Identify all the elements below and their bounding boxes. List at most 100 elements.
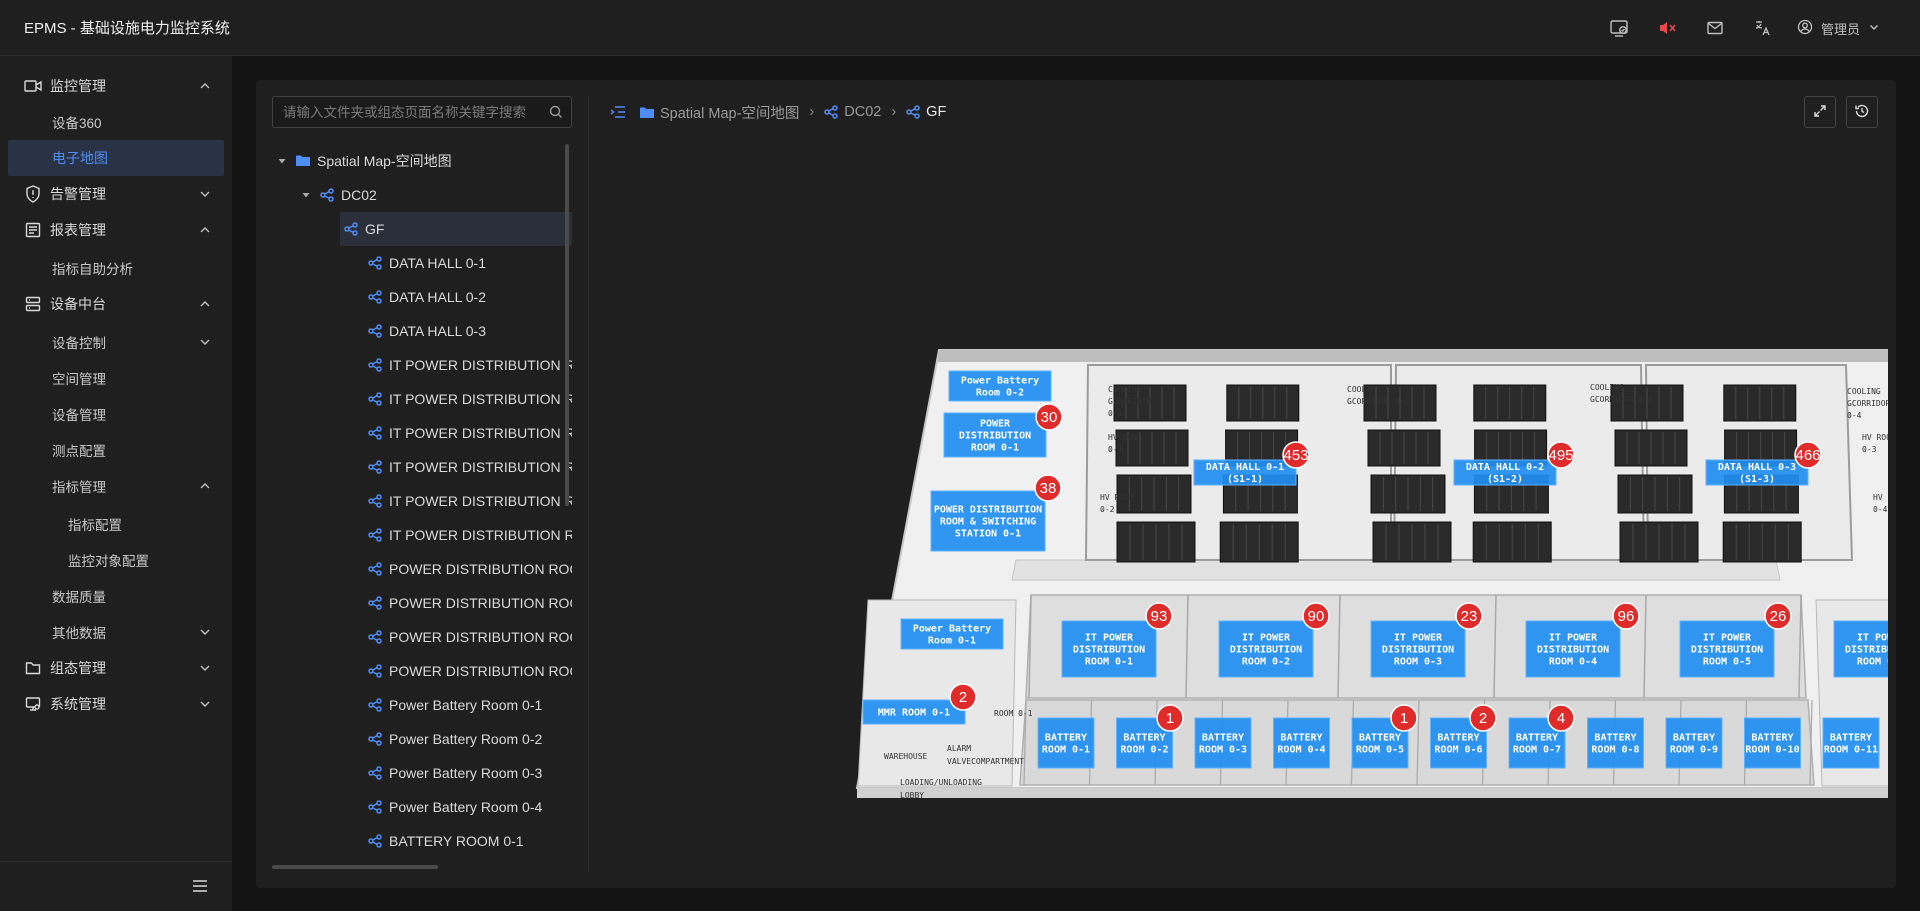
tree-vertical-scrollbar[interactable] xyxy=(565,144,569,506)
room-data-hall-0-2[interactable]: DATA HALL 0-2(S1-2) xyxy=(1453,459,1557,486)
menu-system-label: 系统管理 xyxy=(50,696,106,712)
alarm-badge-pdss01[interactable]: 38 xyxy=(1034,474,1062,502)
menu-device-center[interactable]: 设备中台 xyxy=(0,286,232,322)
tree-node-room[interactable]: Power Battery Room 0-1 xyxy=(272,688,572,722)
menu-monitor-object[interactable]: 监控对象配置 xyxy=(0,542,232,578)
menu-device-control[interactable]: 设备控制 xyxy=(0,324,232,360)
tree-node-room[interactable]: IT POWER DISTRIBUTION ROOM 0-5 xyxy=(272,484,572,518)
tree-node-label: POWER DISTRIBUTION ROOM & SWITCHING STAT… xyxy=(389,663,572,679)
monitor-check-icon[interactable] xyxy=(1595,0,1643,56)
room-battery-10[interactable]: BATTERYROOM 0-10 xyxy=(1744,717,1801,769)
menu-emap[interactable]: 电子地图 xyxy=(8,140,224,176)
menu-monitoring[interactable]: 监控管理 xyxy=(0,68,232,104)
tree-node-room[interactable]: POWER DISTRIBUTION ROOM 0-2 xyxy=(272,586,572,620)
alarm-badge-pd01[interactable]: 30 xyxy=(1035,403,1063,431)
tree-node-room[interactable]: DATA HALL 0-2 xyxy=(272,280,572,314)
alarm-badge-br05[interactable]: 1 xyxy=(1390,704,1418,732)
tree-node-root[interactable]: Spatial Map-空间地图 xyxy=(272,144,572,178)
room-data-hall-0-3[interactable]: DATA HALL 0-3(S1-3) xyxy=(1705,459,1809,486)
alarm-badge-br06[interactable]: 2 xyxy=(1469,704,1497,732)
room-power-distribution-0-1[interactable]: POWERDISTRIBUTIONROOM 0-1 xyxy=(943,412,1047,458)
tree-node-room[interactable]: IT POWER DISTRIBUTION ROOM 0-6 xyxy=(272,518,572,552)
tree-node-room[interactable]: IT POWER DISTRIBUTION ROOM 0-4 xyxy=(272,450,572,484)
breadcrumb-current: GF xyxy=(926,104,947,120)
search-icon[interactable] xyxy=(549,105,563,122)
tree-node-room[interactable]: BATTERY ROOM 0-1 xyxy=(272,824,572,858)
room-it-power-5[interactable]: IT POWERDISTRIBUTIONROOM 0-5 xyxy=(1679,620,1775,678)
fullscreen-button[interactable] xyxy=(1804,96,1836,128)
alarm-badge-dh02[interactable]: 495 xyxy=(1547,441,1575,469)
alarm-badge-itpd05[interactable]: 26 xyxy=(1764,602,1792,630)
menu-analysis[interactable]: 指标自助分析 xyxy=(0,250,232,286)
tree-node-room[interactable]: DATA HALL 0-1 xyxy=(272,246,572,280)
room-battery-8[interactable]: BATTERYROOM 0-8 xyxy=(1587,717,1644,769)
alarm-badge-itpd02[interactable]: 90 xyxy=(1302,602,1330,630)
tree-node-room[interactable]: POWER DISTRIBUTION ROOM & SWITCHING STAT… xyxy=(272,620,572,654)
menu-device-manage[interactable]: 设备管理 xyxy=(0,396,232,432)
alarm-badge-itpd04[interactable]: 96 xyxy=(1612,602,1640,630)
menu-data-quality[interactable]: 数据质量 xyxy=(0,578,232,614)
search-input[interactable] xyxy=(273,97,533,127)
room-battery-3[interactable]: BATTERYROOM 0-3 xyxy=(1194,717,1252,769)
menu-system[interactable]: 系统管理 xyxy=(0,686,232,722)
alarm-badge-dh03[interactable]: 466 xyxy=(1794,441,1822,469)
menu-metrics-config[interactable]: 指标配置 xyxy=(0,506,232,542)
menu-metrics[interactable]: 指标管理 xyxy=(0,468,232,504)
menu-config[interactable]: 组态管理 xyxy=(0,650,232,686)
tree-node-room[interactable]: IT POWER DISTRIBUTION ROOM 0-3 xyxy=(272,416,572,450)
breadcrumb-item[interactable]: Spatial Map-空间地图 xyxy=(660,102,799,123)
menu-report[interactable]: 报表管理 xyxy=(0,212,232,248)
tree-node-room[interactable]: DATA HALL 0-3 xyxy=(272,314,572,348)
mute-icon[interactable] xyxy=(1643,0,1691,56)
room-it-power-1[interactable]: IT POWERDISTRIBUTIONROOM 0-1 xyxy=(1061,620,1157,678)
tree-horizontal-scrollbar[interactable] xyxy=(272,865,438,869)
menu-alarm[interactable]: 告警管理 xyxy=(0,176,232,212)
menu-device360[interactable]: 设备360 xyxy=(0,104,232,140)
room-battery-9[interactable]: BATTERYROOM 0-9 xyxy=(1665,717,1723,769)
tree-node-room[interactable]: Power Battery Room 0-3 xyxy=(272,756,572,790)
tree-node-room[interactable]: IT POWER DISTRIBUTION ROOM 0-2 xyxy=(272,382,572,416)
tree-node-dc[interactable]: DC02 xyxy=(272,178,572,212)
alarm-badge-br02[interactable]: 1 xyxy=(1156,704,1184,732)
room-it-power-6[interactable]: IT POWERDISTRIBUTIONROOM 0-6 xyxy=(1833,620,1920,678)
room-it-power-4[interactable]: IT POWERDISTRIBUTIONROOM 0-4 xyxy=(1525,620,1621,678)
outline-toggle-icon[interactable] xyxy=(610,105,626,119)
room-battery-4[interactable]: BATTERYROOM 0-4 xyxy=(1273,717,1330,769)
user-menu[interactable]: 管理员 xyxy=(1797,19,1880,38)
tree-node-room[interactable]: IT POWER DISTRIBUTION ROOM 0-1 xyxy=(272,348,572,382)
alarm-badge-br07[interactable]: 4 xyxy=(1547,704,1575,732)
room-battery-11[interactable]: BATTERYROOM 0-11 xyxy=(1822,717,1880,769)
menu-points[interactable]: 测点配置 xyxy=(0,432,232,468)
translate-icon[interactable] xyxy=(1739,0,1787,56)
room-it-power-3[interactable]: IT POWERDISTRIBUTIONROOM 0-3 xyxy=(1370,620,1466,678)
menu-collapse-icon[interactable] xyxy=(192,879,208,896)
caret-down-icon[interactable] xyxy=(276,155,288,167)
history-button[interactable] xyxy=(1846,96,1878,128)
alarm-badge-dh01[interactable]: 453 xyxy=(1282,441,1310,469)
room-power-battery-0-2[interactable]: Power BatteryRoom 0-2 xyxy=(948,370,1052,402)
room-it-power-2[interactable]: IT POWERDISTRIBUTIONROOM 0-2 xyxy=(1218,620,1314,678)
menu-other-data-label: 其他数据 xyxy=(52,626,106,641)
tree-node-room[interactable]: Power Battery Room 0-2 xyxy=(272,722,572,756)
menu-other-data[interactable]: 其他数据 xyxy=(0,614,232,650)
room-pdss-0-1[interactable]: POWER DISTRIBUTIONROOM & SWITCHINGSTATIO… xyxy=(930,490,1046,552)
mail-icon[interactable] xyxy=(1691,0,1739,56)
room-battery-1[interactable]: BATTERYROOM 0-1 xyxy=(1037,717,1095,769)
label-room-0-1: ROOM 0-1 xyxy=(994,709,1033,718)
label-cooling-0-1-text: 0-1 xyxy=(1108,409,1123,418)
breadcrumb-item[interactable]: DC02 xyxy=(844,104,881,120)
menu-space[interactable]: 空间管理 xyxy=(0,360,232,396)
share-node-icon xyxy=(368,392,382,406)
caret-down-icon[interactable] xyxy=(300,189,312,201)
alarm-badge-itpd01[interactable]: 93 xyxy=(1145,602,1173,630)
tree-node-room[interactable]: POWER DISTRIBUTION ROOM 0-1 xyxy=(272,552,572,586)
room-mmr-0-1[interactable]: MMR ROOM 0-1 xyxy=(862,699,966,725)
room-power-distribution-0-1-label: ROOM 0-1 xyxy=(971,442,1019,453)
tree-node-floor[interactable]: GF xyxy=(340,212,572,246)
tree-node-room[interactable]: POWER DISTRIBUTION ROOM & SWITCHING STAT… xyxy=(272,654,572,688)
alarm-badge-itpd03[interactable]: 23 xyxy=(1455,602,1483,630)
alarm-badge-mmr01[interactable]: 2 xyxy=(949,683,977,711)
tree-node-room[interactable]: Power Battery Room 0-4 xyxy=(272,790,572,824)
room-power-battery-0-1[interactable]: Power BatteryRoom 0-1 xyxy=(900,618,1004,650)
room-data-hall-0-1[interactable]: DATA HALL 0-1(S1-1) xyxy=(1193,459,1297,486)
